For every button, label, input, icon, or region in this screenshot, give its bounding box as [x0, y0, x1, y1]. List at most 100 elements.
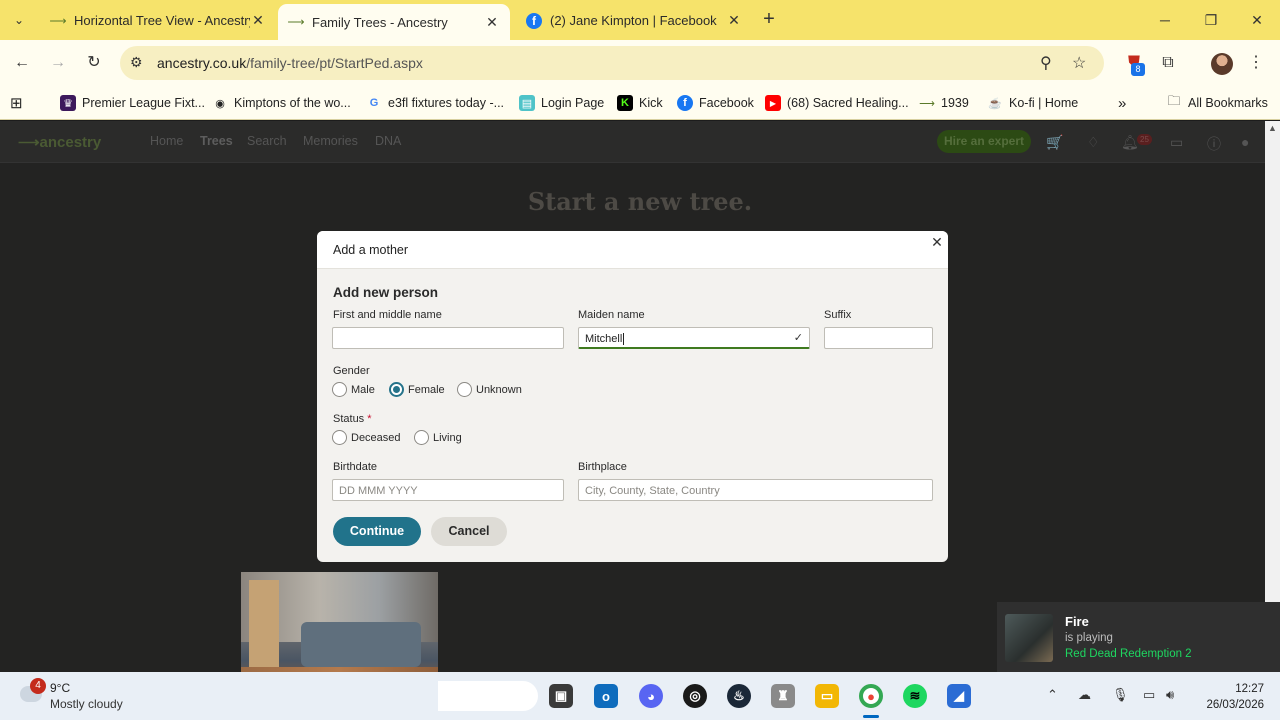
gender-unknown-radio[interactable]: Unknown	[457, 382, 522, 397]
zoom-icon[interactable]: ⚲	[1040, 53, 1052, 73]
back-icon[interactable]: ←	[11, 52, 33, 74]
hints-leaf-icon[interactable]: ♢	[1087, 134, 1100, 151]
close-icon[interactable]: ✕	[726, 12, 742, 29]
page-scrollbar[interactable]: ▲	[1265, 121, 1280, 672]
bookmark-label: (68) Sacred Healing...	[787, 96, 909, 110]
forward-icon[interactable]: →	[47, 52, 69, 74]
bookmark-e3fl[interactable]: G e3fl fixtures today -...	[366, 93, 504, 113]
status-label-text: Status	[333, 413, 365, 425]
bookmark-facebook[interactable]: f Facebook	[677, 93, 754, 113]
site-settings-icon[interactable]: ⚙	[130, 54, 143, 71]
scroll-up-arrow-icon[interactable]: ▲	[1265, 121, 1280, 136]
discord-icon[interactable]: ◕	[639, 684, 663, 708]
gender-male-radio[interactable]: Male	[332, 382, 375, 397]
maiden-name-label: Maiden name	[578, 309, 645, 321]
all-bookmarks-folder[interactable]: 🗀 All Bookmarks	[1166, 93, 1268, 113]
bookmark-kimptons[interactable]: ◉ Kimptons of the wo...	[212, 93, 351, 113]
cart-icon[interactable]: 🛒	[1046, 134, 1063, 151]
close-icon[interactable]: ✕	[484, 14, 500, 31]
restore-icon[interactable]: ❐	[1201, 10, 1221, 30]
suffix-field[interactable]	[824, 327, 933, 349]
file-explorer-icon[interactable]: ▭	[815, 684, 839, 708]
ancestry-logo[interactable]: ⟶ancestry	[18, 133, 101, 151]
bell-icon[interactable]: 🔔︎	[1121, 134, 1139, 151]
radio-circle[interactable]	[332, 382, 347, 397]
tab-family-trees[interactable]: ⟶ Family Trees - Ancestry ✕	[278, 4, 510, 40]
minimize-icon[interactable]: ─	[1155, 10, 1175, 30]
youtube-icon: ▶	[765, 95, 781, 111]
cancel-button[interactable]: Cancel	[431, 517, 507, 546]
steam-icon[interactable]: ♨	[727, 684, 751, 708]
user-avatar[interactable]: ●	[1241, 134, 1249, 150]
extensions-puzzle-icon[interactable]: ⧉	[1158, 53, 1178, 73]
nav-dna[interactable]: DNA	[375, 134, 401, 148]
outlook-icon[interactable]: o	[594, 684, 618, 708]
onedrive-icon[interactable]: ☁	[1078, 687, 1091, 703]
bookmark-kofi[interactable]: ☕ Ko-fi | Home	[987, 93, 1078, 113]
nav-home[interactable]: Home	[150, 134, 183, 148]
bookmark-premier-league[interactable]: ♛ Premier League Fixt...	[60, 93, 205, 113]
help-icon[interactable]: ⓘ	[1207, 134, 1221, 154]
app-blue-icon[interactable]: ◢	[947, 684, 971, 708]
weather-temp[interactable]: 9°C	[50, 681, 70, 695]
bookmark-label: Premier League Fixt...	[82, 96, 205, 110]
bookmark-1939[interactable]: ⟶ 1939	[919, 93, 969, 113]
task-view-icon[interactable]: ▣	[549, 684, 573, 708]
new-tab-button[interactable]: +	[758, 8, 780, 32]
close-icon[interactable]: ✕	[250, 12, 266, 29]
status-living-radio[interactable]: Living	[414, 430, 462, 445]
spotify-icon[interactable]: ≋	[903, 684, 927, 708]
window-close-icon[interactable]: ✕	[1247, 10, 1267, 30]
apps-grid-icon[interactable]: ⊞	[10, 93, 23, 113]
all-bookmarks-label: All Bookmarks	[1188, 96, 1268, 110]
network-icon[interactable]: ▭	[1143, 687, 1155, 703]
birthplace-field[interactable]: City, County, State, Country	[578, 479, 933, 501]
continue-button[interactable]: Continue	[333, 517, 421, 546]
volume-icon[interactable]: 🔊︎	[1166, 687, 1174, 703]
chrome-icon[interactable]: ●	[859, 684, 883, 708]
nav-trees[interactable]: Trees	[200, 134, 233, 148]
weather-desc[interactable]: Mostly cloudy	[50, 697, 123, 711]
status-deceased-radio[interactable]: Deceased	[332, 430, 401, 445]
radio-circle-selected[interactable]	[389, 382, 404, 397]
address-bar[interactable]: ⚙ ancestry.co.uk/family-tree/pt/StartPed…	[120, 46, 1104, 80]
url-domain: ancestry.co.uk	[157, 55, 247, 71]
nav-search[interactable]: Search	[247, 134, 287, 148]
app-icon[interactable]: ♜	[771, 684, 795, 708]
close-icon[interactable]: ✕	[929, 234, 945, 250]
url-path: /family-tree/pt/StartPed.aspx	[246, 55, 423, 71]
tab-facebook[interactable]: f (2) Jane Kimpton | Facebook ✕	[516, 5, 752, 36]
bookmark-label: Ko-fi | Home	[1009, 96, 1079, 110]
more-bookmarks-chevron-icon[interactable]: »	[1118, 93, 1126, 113]
bookmark-kick[interactable]: K Kick	[617, 93, 663, 113]
chrome-menu-icon[interactable]: ⋮	[1246, 53, 1266, 73]
bookmark-star-icon[interactable]: ☆	[1072, 53, 1086, 73]
reload-icon[interactable]: ↻	[83, 52, 105, 74]
radio-circle[interactable]	[332, 430, 347, 445]
birthdate-field[interactable]: DD MMM YYYY	[332, 479, 564, 501]
profile-avatar[interactable]	[1211, 53, 1233, 75]
hire-expert-button[interactable]: Hire an expert	[937, 130, 1031, 153]
url-text[interactable]: ancestry.co.uk/family-tree/pt/StartPed.a…	[157, 55, 423, 71]
first-name-label: First and middle name	[333, 309, 442, 321]
weather-badge: 4	[30, 678, 46, 694]
bookmark-login-page[interactable]: ▤ Login Page	[519, 93, 604, 113]
radio-circle[interactable]	[414, 430, 429, 445]
taskbar-search[interactable]	[438, 681, 538, 711]
background-page-title: Start a new tree.	[527, 187, 753, 216]
nav-memories[interactable]: Memories	[303, 134, 358, 148]
obs-icon[interactable]: ◎	[683, 684, 707, 708]
clock[interactable]: 12:27 26/03/2026	[1194, 681, 1264, 713]
tab-horizontal-tree-view[interactable]: ⟶ Horizontal Tree View - Ancestry ✕	[40, 5, 276, 36]
gender-female-radio[interactable]: Female	[389, 382, 445, 397]
microphone-icon[interactable]: 🎙︎	[1112, 687, 1129, 703]
tab-search-chevron-icon[interactable]: ⌄	[6, 8, 32, 32]
maiden-name-field[interactable]: Mitchell ✓	[578, 327, 810, 349]
tray-chevron-icon[interactable]: ⌃	[1047, 687, 1058, 703]
radio-circle[interactable]	[457, 382, 472, 397]
first-name-field[interactable]	[332, 327, 564, 349]
messages-icon[interactable]: ▭	[1170, 134, 1183, 151]
now-playing-notification[interactable]: Fire is playing Red Dead Redemption 2	[997, 602, 1280, 672]
globe-icon: ◉	[215, 97, 225, 110]
bookmark-sacred-healing[interactable]: ▶ (68) Sacred Healing...	[765, 93, 909, 113]
